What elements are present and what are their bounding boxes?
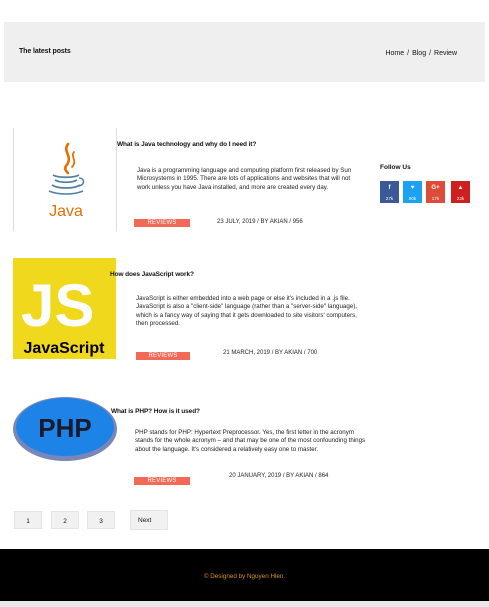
google-plus-count: 17k — [431, 196, 440, 201]
twitter-count: 90k — [408, 196, 417, 201]
breadcrumb: Home / Blog / Review — [385, 50, 457, 57]
next-page-button[interactable]: Next — [130, 510, 168, 530]
php-logo-icon[interactable]: PHP — [12, 396, 118, 462]
footer-copyright: © Designed by Nguyen Hien. — [203, 573, 286, 580]
post-title[interactable]: What is Java technology and why do I nee… — [117, 141, 256, 148]
post-excerpt: Java is a programming language and compu… — [137, 167, 352, 191]
post-meta: 20 JANUARY, 2019 / BY AKIAN / 864 — [229, 473, 329, 479]
category-badge[interactable]: REVIEWS — [136, 352, 190, 360]
facebook-count: 27k — [385, 196, 394, 201]
post-meta: 23 JULY, 2019 / BY AKIAN / 956 — [217, 219, 303, 225]
facebook-icon: f — [388, 185, 391, 191]
twitter-icon: ♥ — [410, 185, 415, 191]
page-header: The latest posts Home / Blog / Review — [4, 22, 485, 82]
social-facebook-button[interactable]: f 27k — [380, 181, 399, 203]
google-plus-icon: G+ — [431, 185, 440, 191]
category-badge[interactable]: REVIEWS — [134, 219, 190, 227]
page-button-2[interactable]: 2 — [51, 511, 79, 529]
follow-us-heading: Follow Us — [380, 164, 411, 171]
javascript-logo-icon[interactable]: JS JavaScript — [13, 258, 116, 359]
post-title[interactable]: How does JavaScript work? — [110, 271, 194, 278]
bottom-strip — [0, 601, 489, 607]
breadcrumb-home[interactable]: Home — [385, 50, 404, 57]
javascript-logo-text: JavaScript — [24, 340, 106, 357]
php-logo-text: PHP — [38, 413, 91, 443]
page-button-1[interactable]: 1 — [14, 511, 42, 529]
java-logo-text: Java — [49, 203, 83, 220]
youtube-icon: ▲ — [457, 185, 464, 191]
social-google-plus-button[interactable]: G+ 17k — [426, 181, 445, 203]
social-twitter-button[interactable]: ♥ 90k — [403, 181, 422, 203]
post-meta: 21 MARCH, 2019 / BY AKIAN / 700 — [223, 350, 318, 356]
site-footer: © Designed by Nguyen Hien. — [0, 549, 489, 601]
breadcrumb-blog[interactable]: Blog — [412, 50, 426, 57]
page-title: The latest posts — [19, 48, 71, 55]
java-logo-icon[interactable]: Java — [40, 140, 92, 220]
category-badge[interactable]: REVIEWS — [134, 477, 190, 485]
post-title[interactable]: What is PHP? How is it used? — [111, 408, 200, 415]
social-youtube-button[interactable]: ▲ 22k — [451, 181, 470, 203]
breadcrumb-review[interactable]: Review — [434, 50, 457, 57]
post-excerpt: PHP stands for PHP: Hypertext Preprocess… — [135, 429, 366, 453]
page-button-3[interactable]: 3 — [87, 511, 115, 529]
breadcrumb-separator: / — [407, 50, 410, 57]
post-excerpt: JavaScript is either embedded into a web… — [136, 295, 357, 328]
js-logo-text: JS — [21, 272, 94, 339]
breadcrumb-separator: / — [429, 50, 432, 57]
youtube-count: 22k — [456, 196, 465, 201]
